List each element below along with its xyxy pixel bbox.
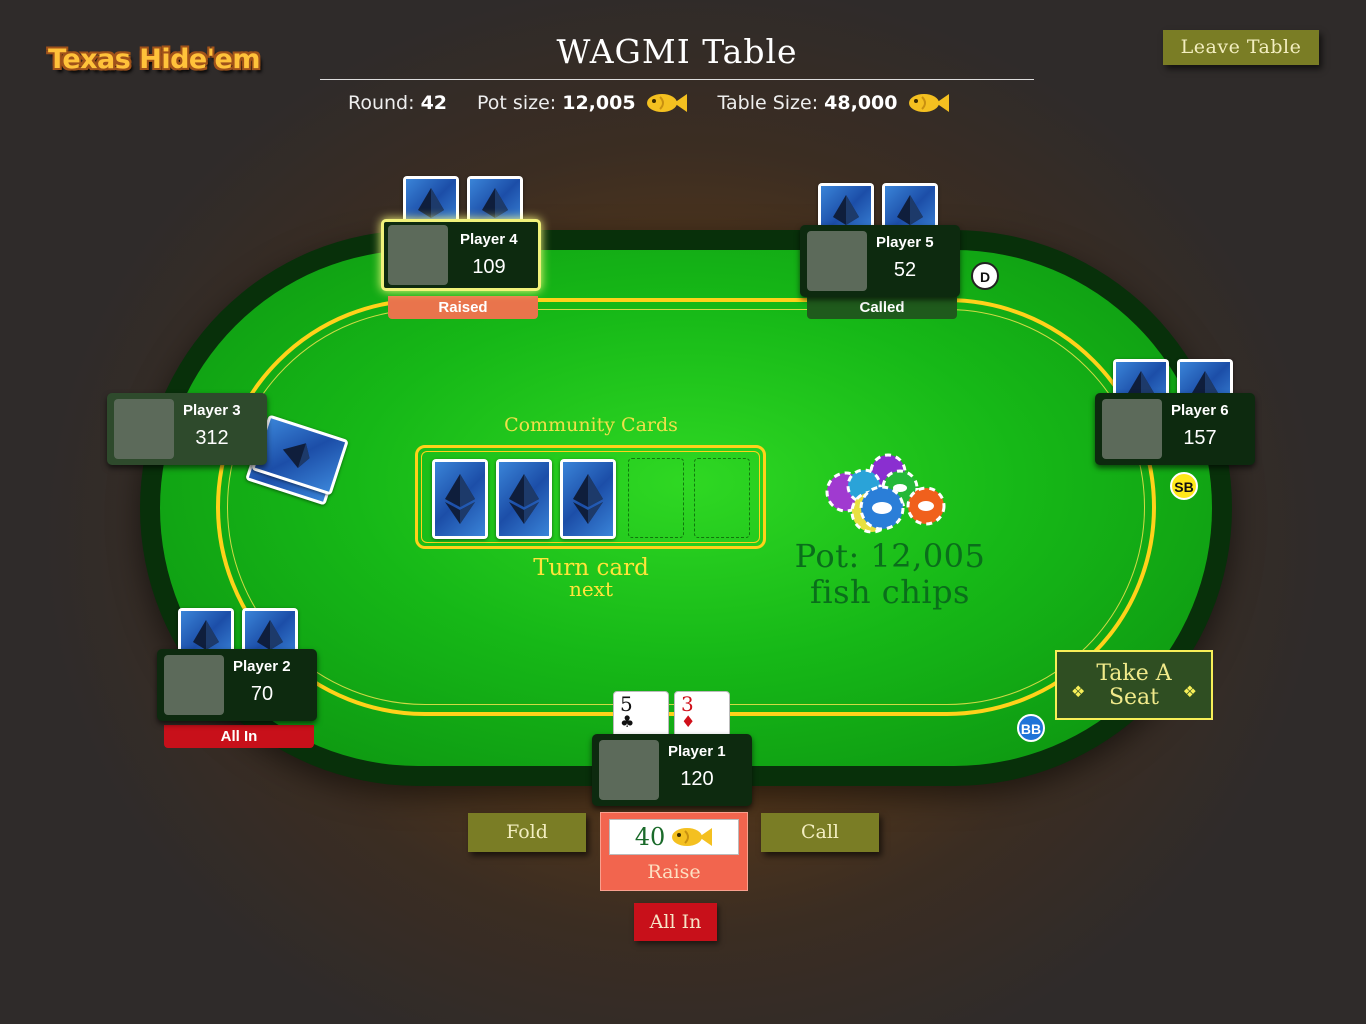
diamond-icon: ♦: [681, 712, 696, 731]
pot-amount: Pot: 12,005: [794, 537, 986, 575]
pot-unit: fish chips: [810, 573, 970, 611]
avatar: [807, 231, 867, 291]
leave-table-button[interactable]: Leave Table: [1163, 30, 1319, 65]
logo: Texas Hide'em: [48, 44, 260, 75]
player-name: Player 6: [1171, 402, 1229, 419]
player-chips: 157: [1183, 427, 1217, 449]
turn-card-next: next: [568, 577, 614, 601]
ethereum-icon: [482, 188, 508, 218]
avatar: [114, 399, 174, 459]
dealer-button: D: [971, 262, 999, 290]
fish-icon: [672, 828, 713, 846]
empty-card-slot: [628, 458, 684, 538]
community-card: [496, 459, 552, 539]
community-card: [560, 459, 616, 539]
page-title: WAGMI Table: [320, 32, 1034, 80]
player-1-seat: Player 1 120: [592, 734, 752, 806]
player-chips: 52: [893, 259, 917, 281]
round-label: Round:: [348, 92, 415, 114]
round-value: 42: [420, 92, 448, 114]
raise-button[interactable]: Raise: [601, 861, 747, 883]
pot-size-value: 12,005: [562, 92, 636, 114]
player-chips: 109: [472, 256, 506, 278]
community-cards-label: Community Cards: [504, 414, 678, 436]
player-name: Player 2: [233, 658, 291, 675]
fish-icon: [646, 94, 687, 112]
player-2-status: All In: [164, 725, 314, 748]
player-chips: 312: [195, 427, 229, 449]
player-3-seat: Player 3 312: [107, 393, 267, 465]
all-in-button[interactable]: All In: [634, 903, 717, 941]
club-icon: ♣: [620, 712, 635, 731]
ethereum-icon: [418, 188, 444, 218]
player-chips: 120: [680, 768, 714, 790]
table-size-stat: Table Size: 48,000: [718, 91, 950, 115]
player-6-seat: Player 6 157: [1095, 393, 1255, 465]
table-size-label: Table Size:: [717, 92, 819, 114]
table-size-value: 48,000: [824, 92, 898, 114]
player-name: Player 3: [183, 402, 241, 419]
avatar: [164, 655, 224, 715]
diamond-ornament-icon: ❖: [1182, 682, 1197, 701]
table-stats: Round: 42 Pot size: 12,005 Table Size: 4…: [348, 91, 980, 115]
ethereum-icon: [445, 474, 475, 524]
ethereum-icon: [509, 474, 539, 524]
ethereum-icon: [282, 443, 310, 468]
avatar: [1102, 399, 1162, 459]
pot-size-label: Pot size:: [477, 92, 557, 114]
avatar: [388, 225, 448, 285]
player-5-seat: Player 5 52: [800, 225, 960, 297]
raise-amount-input[interactable]: 40: [609, 819, 739, 855]
call-button[interactable]: Call: [761, 813, 879, 852]
player-name: Player 5: [876, 234, 934, 251]
big-blind-marker: BB: [1017, 714, 1045, 742]
player-name: Player 1: [668, 743, 726, 760]
pot-display: Pot: 12,005 fish chips: [780, 538, 1000, 610]
raise-control: 40 Raise: [600, 812, 748, 891]
avatar: [599, 740, 659, 800]
fold-button[interactable]: Fold: [468, 813, 586, 852]
pot-size-stat: Pot size: 12,005: [477, 91, 688, 115]
empty-card-slot: [694, 458, 750, 538]
player-4-seat: Player 4 109: [381, 219, 541, 291]
poker-chip-stack-icon: [825, 453, 946, 534]
diamond-ornament-icon: ❖: [1071, 682, 1086, 701]
small-blind-marker: SB: [1170, 472, 1198, 500]
player-4-status: Raised: [388, 296, 538, 319]
community-card: [432, 459, 488, 539]
take-a-seat-button[interactable]: ❖ Take A Seat ❖: [1055, 650, 1213, 720]
turn-card-label: Turn card next: [416, 555, 766, 601]
turn-card-text: Turn card: [533, 555, 649, 581]
player-chips: 70: [250, 683, 274, 705]
player-2-seat: Player 2 70: [157, 649, 317, 721]
fish-icon: [908, 94, 949, 112]
ethereum-icon: [573, 474, 603, 524]
raise-amount: 40: [634, 823, 666, 851]
round-stat: Round: 42: [348, 92, 447, 114]
player-name: Player 4: [460, 231, 518, 248]
player-5-status: Called: [807, 296, 957, 319]
